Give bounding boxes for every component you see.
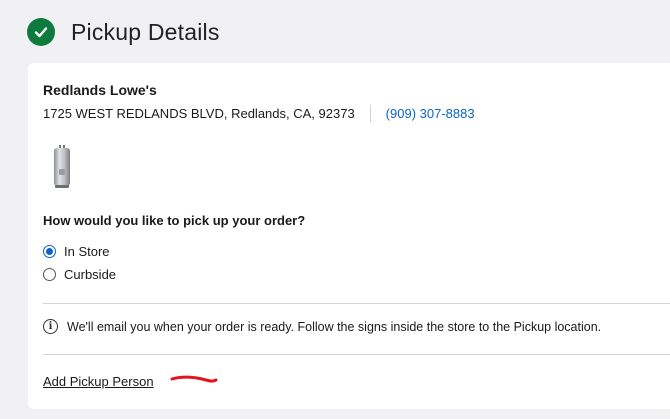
pickup-details-header: Pickup Details	[27, 18, 220, 46]
option-in-store-label: In Store	[64, 244, 110, 259]
info-message: We'll email you when your order is ready…	[67, 319, 602, 334]
store-phone-link[interactable]: (909) 307-8883	[386, 106, 475, 121]
pickup-info: i We'll email you when your order is rea…	[43, 319, 601, 334]
pickup-card: Redlands Lowe's 1725 WEST REDLANDS BLVD,…	[28, 63, 670, 409]
store-address: 1725 WEST REDLANDS BLVD, Redlands, CA, 9…	[43, 106, 355, 121]
divider-top	[43, 303, 670, 304]
option-curbside[interactable]: Curbside	[43, 267, 116, 282]
red-annotation-mark	[170, 375, 218, 383]
address-divider	[369, 105, 371, 122]
option-curbside-label: Curbside	[64, 267, 117, 282]
info-icon: i	[43, 319, 58, 334]
radio-in-store[interactable]	[43, 245, 56, 258]
pickup-question: How would you like to pick up your order…	[43, 213, 306, 228]
divider-bottom	[43, 354, 670, 355]
store-address-row: 1725 WEST REDLANDS BLVD, Redlands, CA, 9…	[43, 105, 475, 122]
option-in-store[interactable]: In Store	[43, 244, 110, 259]
water-heater-image	[50, 145, 74, 189]
pickup-details-page: Pickup Details Redlands Lowe's 1725 WEST…	[0, 0, 670, 419]
add-pickup-person-link[interactable]: Add Pickup Person	[43, 374, 154, 389]
page-title: Pickup Details	[71, 18, 220, 45]
store-name: Redlands Lowe's	[43, 82, 157, 98]
radio-curbside[interactable]	[43, 268, 56, 281]
check-circle-icon	[27, 18, 55, 46]
